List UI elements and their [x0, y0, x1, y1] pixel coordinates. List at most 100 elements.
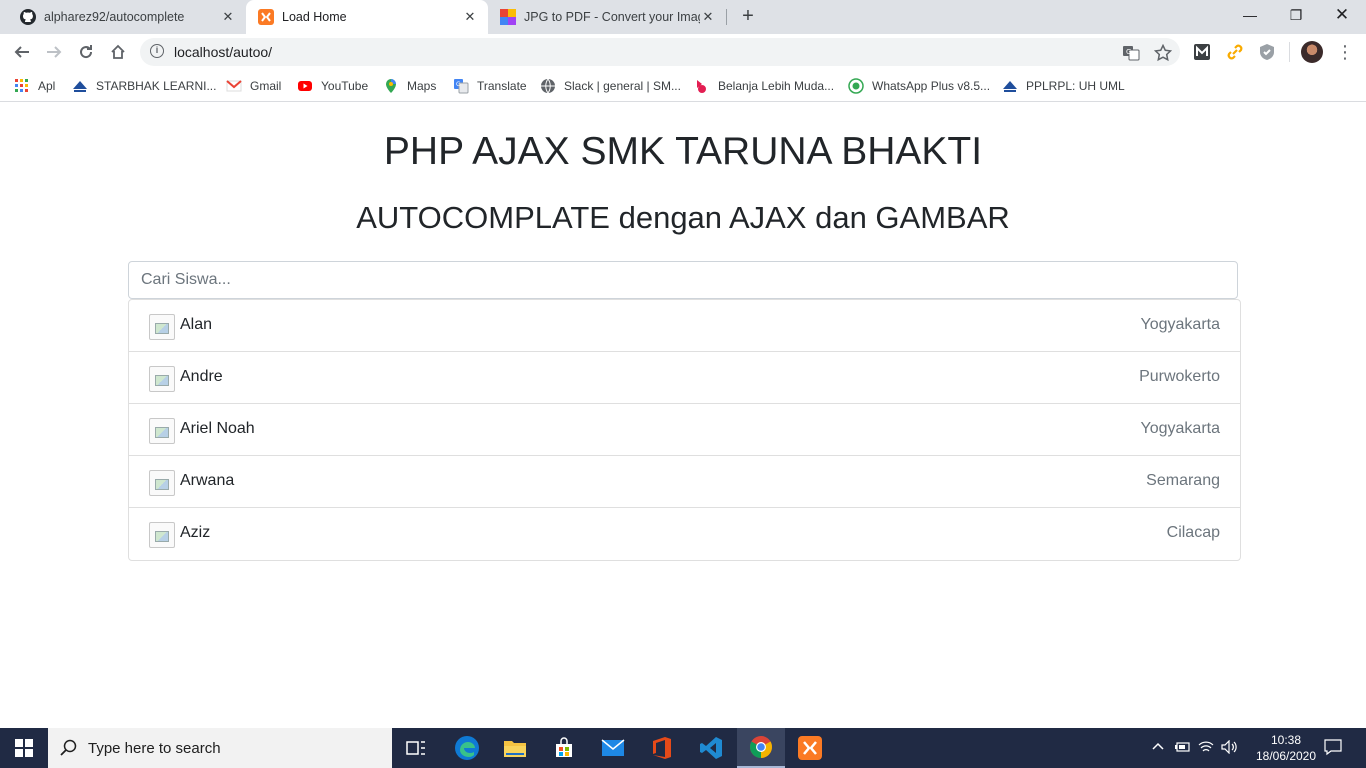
- close-window-button[interactable]: ✕: [1322, 4, 1362, 26]
- chevron-up-icon: [1152, 742, 1164, 750]
- broken-image-icon: [149, 470, 175, 496]
- profile-avatar[interactable]: [1301, 41, 1323, 63]
- bookmark-apps[interactable]: Apl: [14, 76, 55, 96]
- bookmark-youtube[interactable]: YouTube: [297, 76, 368, 96]
- arrow-left-icon: [14, 46, 29, 58]
- vscode-icon: [700, 737, 722, 759]
- maximize-button[interactable]: ❐: [1276, 4, 1316, 26]
- translate-icon: G: [454, 79, 469, 94]
- battery-icon: [1175, 742, 1190, 752]
- bookmark-star-icon[interactable]: [1154, 44, 1172, 62]
- taskbar-chrome[interactable]: [737, 728, 785, 768]
- task-view-button[interactable]: [392, 728, 440, 768]
- office-icon: [653, 737, 671, 759]
- bookmark-label: WhatsApp Plus v8.5...: [872, 79, 991, 93]
- site-info-icon[interactable]: i: [150, 44, 164, 58]
- tab-github[interactable]: alpharez92/autocomplete ✕: [8, 0, 246, 34]
- starbhak-icon: [73, 81, 87, 92]
- chrome-icon: [750, 736, 772, 758]
- bookmark-label: YouTube: [321, 79, 369, 93]
- tab-strip: alpharez92/autocomplete ✕ Load Home ✕ JP…: [0, 0, 1366, 34]
- bookmark-maps[interactable]: Maps: [383, 76, 436, 96]
- close-tab-icon[interactable]: ✕: [700, 9, 716, 25]
- page-subtitle: AUTOCOMPLATE dengan AJAX dan GAMBAR: [356, 200, 1010, 235]
- tab-title: JPG to PDF - Convert your Image: [524, 10, 700, 24]
- result-item[interactable]: Arwana Semarang: [129, 456, 1240, 508]
- bookmark-gmail[interactable]: Gmail: [226, 76, 281, 96]
- student-city: Purwokerto: [1139, 368, 1220, 385]
- url-text: localhost/autoo/: [174, 44, 273, 60]
- result-item[interactable]: Alan Yogyakarta: [129, 300, 1240, 352]
- result-item[interactable]: Andre Purwokerto: [129, 352, 1240, 404]
- link-extension-icon[interactable]: [1225, 42, 1245, 62]
- starbhak-icon: [1003, 81, 1017, 92]
- reload-button[interactable]: [74, 40, 98, 64]
- mendeley-extension-icon[interactable]: [1192, 42, 1212, 62]
- start-button[interactable]: [0, 728, 48, 768]
- forward-button[interactable]: [42, 40, 66, 64]
- search-icon: [60, 739, 77, 756]
- close-tab-icon[interactable]: ✕: [462, 9, 478, 25]
- action-center-button[interactable]: [1324, 738, 1342, 759]
- result-item[interactable]: Aziz Cilacap: [129, 508, 1240, 560]
- address-bar[interactable]: i localhost/autoo/ G: [140, 38, 1180, 66]
- student-search-input[interactable]: [128, 261, 1238, 299]
- browser-toolbar: i localhost/autoo/ G ⋮: [0, 34, 1366, 70]
- volume-control[interactable]: [1221, 739, 1239, 757]
- bookmark-label: Gmail: [250, 79, 282, 93]
- taskbar-xampp[interactable]: [786, 728, 834, 768]
- taskbar-search-box[interactable]: Type here to search: [48, 728, 392, 768]
- taskbar-office[interactable]: [638, 728, 686, 768]
- taskbar-store[interactable]: [540, 728, 588, 768]
- student-city: Yogyakarta: [1140, 420, 1220, 437]
- close-tab-icon[interactable]: ✕: [220, 9, 236, 25]
- bookmark-whatsapp-plus[interactable]: WhatsApp Plus v8.5...: [848, 76, 990, 96]
- tab-load-home[interactable]: Load Home ✕: [246, 0, 488, 34]
- clock-date: 18/06/2020: [1255, 749, 1317, 763]
- home-button[interactable]: [106, 40, 130, 64]
- translate-page-icon[interactable]: G: [1122, 44, 1140, 62]
- bookmark-pplrpl[interactable]: PPLRPL: UH UML: [1002, 76, 1125, 96]
- taskbar-file-explorer[interactable]: [491, 728, 539, 768]
- taskbar-clock[interactable]: 10:38 18/06/2020: [1252, 732, 1320, 764]
- windows-taskbar: Type here to search 10:38 18/06/2020: [0, 728, 1366, 768]
- student-city: Yogyakarta: [1140, 316, 1220, 333]
- tab-title: Load Home: [282, 10, 347, 24]
- bookmark-starbhak[interactable]: STARBHAK LEARNI...: [72, 76, 216, 96]
- menu-kebab-icon[interactable]: ⋮: [1336, 42, 1354, 62]
- network-status[interactable]: [1198, 740, 1214, 757]
- tab-jpg-to-pdf[interactable]: JPG to PDF - Convert your Image ✕: [488, 0, 726, 34]
- new-tab-button[interactable]: +: [737, 5, 759, 29]
- bookmark-slack[interactable]: Slack | general | SM...: [540, 76, 681, 96]
- broken-image-icon: [149, 418, 175, 444]
- bookmark-label: STARBHAK LEARNI...: [96, 79, 217, 93]
- maps-icon: [386, 79, 396, 93]
- arrow-right-icon: [47, 46, 62, 58]
- bookmark-label: PPLRPL: UH UML: [1026, 79, 1125, 93]
- bookmark-bukalapak[interactable]: Belanja Lebih Muda...: [694, 76, 834, 96]
- back-button[interactable]: [10, 40, 34, 64]
- shield-extension-icon[interactable]: [1257, 42, 1277, 62]
- battery-status[interactable]: [1174, 740, 1190, 756]
- gmail-icon: [226, 80, 242, 92]
- show-hidden-icons-button[interactable]: [1152, 740, 1164, 756]
- youtube-icon: [298, 81, 312, 91]
- xampp-icon: [258, 9, 274, 25]
- taskbar-vscode[interactable]: [687, 728, 735, 768]
- taskbar-mail[interactable]: [589, 728, 637, 768]
- result-item[interactable]: Ariel Noah Yogyakarta: [129, 404, 1240, 456]
- windows-logo-icon: [15, 739, 33, 757]
- jpg2pdf-icon: [500, 9, 516, 25]
- whatsapp-plus-icon: [848, 78, 864, 94]
- bookmark-label: Translate: [477, 79, 527, 93]
- taskbar-search-placeholder: Type here to search: [88, 740, 221, 757]
- minimize-button[interactable]: —: [1230, 4, 1270, 26]
- bookmark-translate[interactable]: G Translate: [453, 76, 527, 96]
- tab-title: alpharez92/autocomplete: [44, 10, 185, 24]
- taskbar-edge[interactable]: [443, 728, 491, 768]
- edge-icon: [455, 736, 479, 760]
- broken-image-icon: [149, 366, 175, 392]
- student-name: Ariel Noah: [180, 420, 255, 437]
- student-city: Cilacap: [1166, 524, 1220, 541]
- toolbar-divider: [1289, 42, 1290, 62]
